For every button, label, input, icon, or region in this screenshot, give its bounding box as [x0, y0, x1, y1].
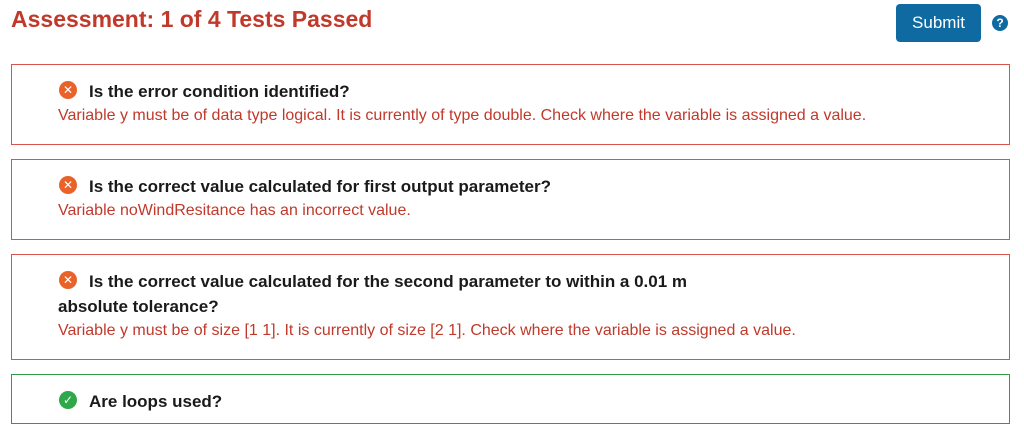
assessment-panel: Assessment: 1 of 4 Tests Passed Submit ?… [0, 0, 1024, 443]
check-circle-icon: ✓ [59, 391, 77, 409]
x-circle-icon: ✕ [59, 81, 77, 99]
test-question: Are loops used? [89, 392, 223, 411]
test-feedback: Variable y must be of size [1 1]. It is … [58, 322, 796, 339]
test-result-card: ✓ Are loops used? [11, 374, 1010, 424]
test-result-card: ✕ Is the correct value calculated for fi… [11, 159, 1010, 240]
submit-button[interactable]: Submit [896, 4, 981, 42]
x-circle-icon: ✕ [59, 271, 77, 289]
test-question: Is the error condition identified? [89, 82, 350, 101]
test-question: Is the correct value calculated for firs… [89, 177, 551, 196]
test-feedback: Variable y must be of data type logical.… [58, 107, 867, 124]
page-title: Assessment: 1 of 4 Tests Passed [11, 6, 373, 32]
test-question: Is the correct value calculated for the … [89, 272, 688, 291]
help-icon[interactable]: ? [992, 15, 1008, 31]
test-question-continued: absolute tolerance? [58, 297, 219, 316]
test-feedback: Variable noWindResitance has an incorrec… [58, 202, 411, 219]
x-circle-icon: ✕ [59, 176, 77, 194]
test-result-card: ✕ Is the error condition identified? Var… [11, 64, 1010, 145]
test-result-card: ✕ Is the correct value calculated for th… [11, 254, 1010, 360]
